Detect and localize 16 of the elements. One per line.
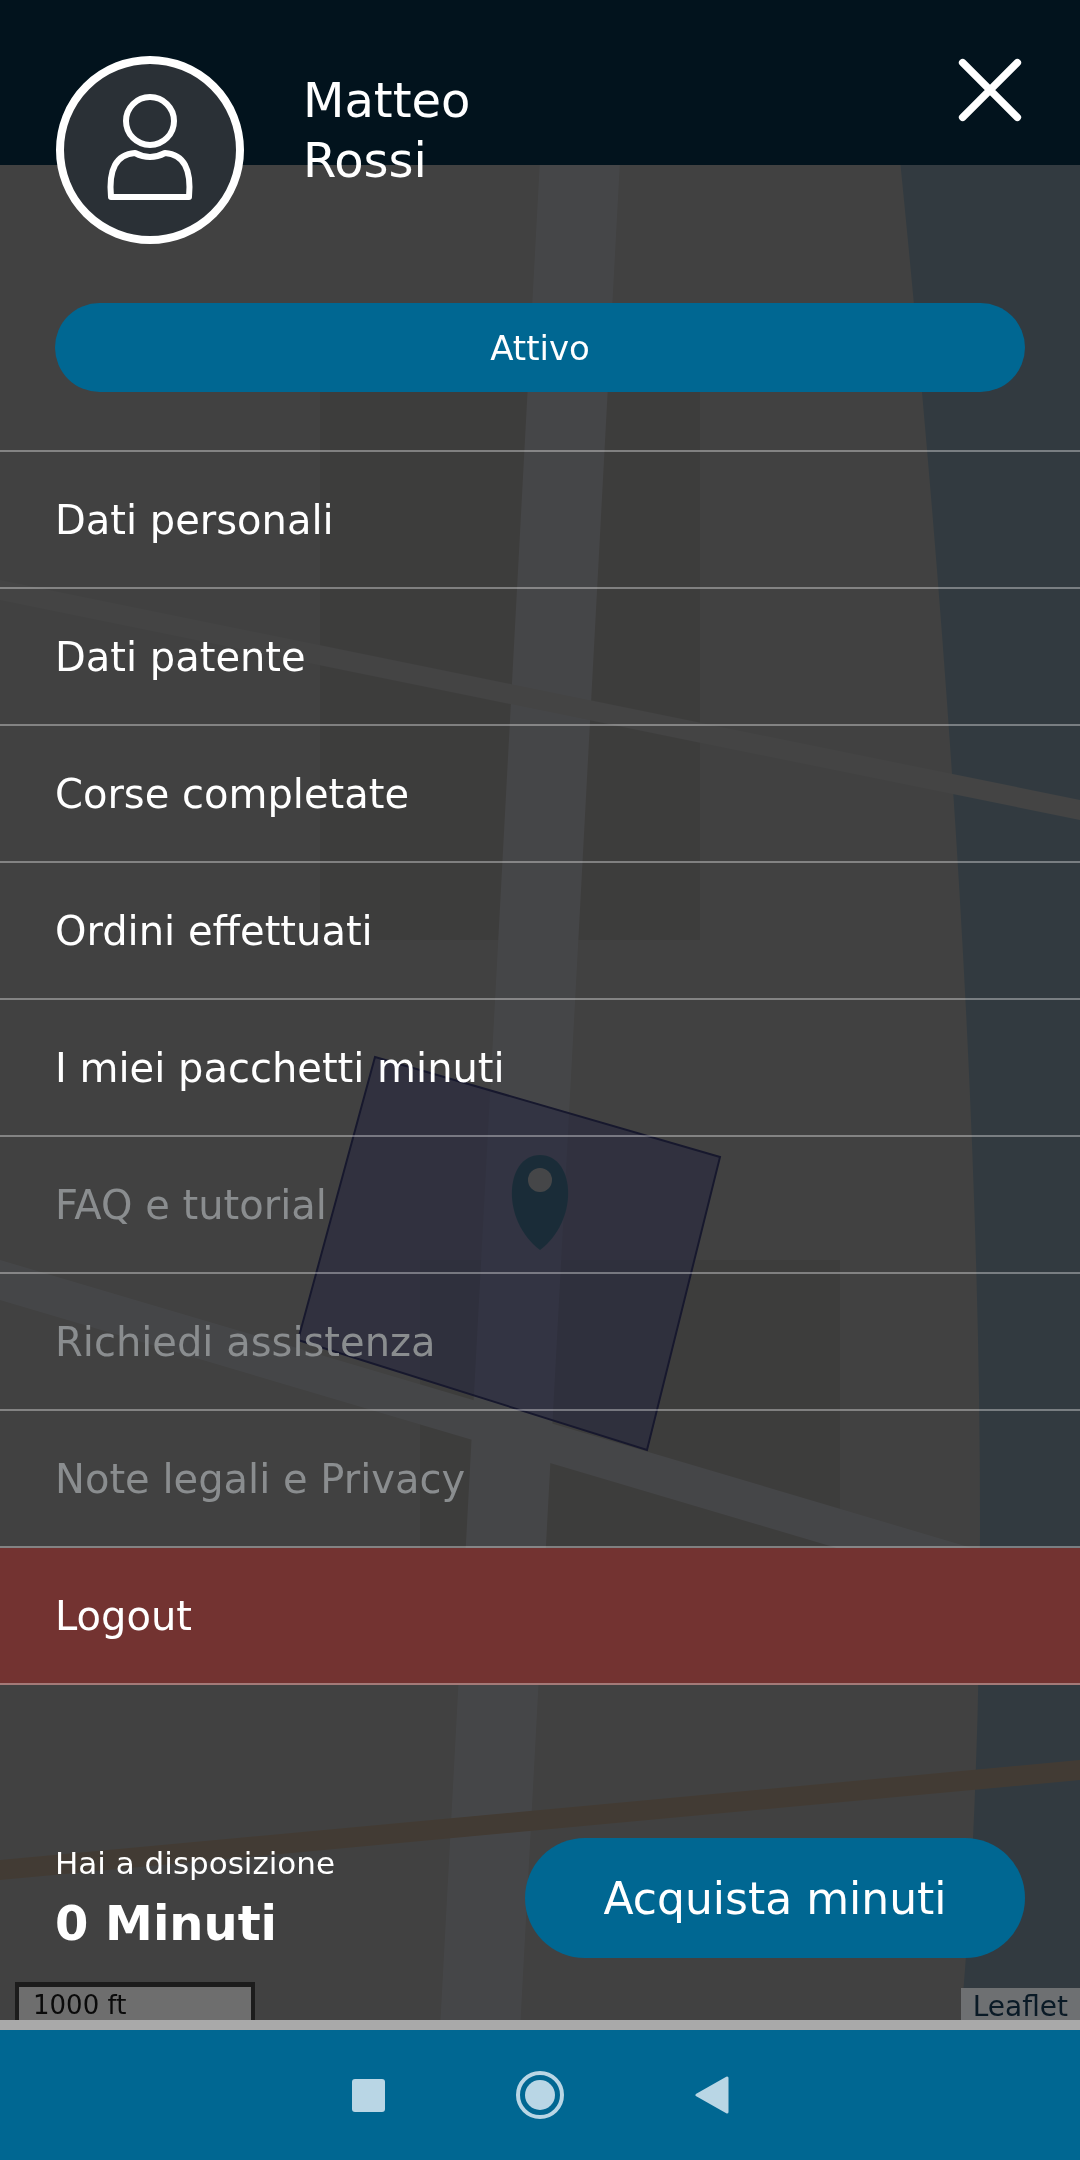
menu-item[interactable]: Logout [0, 1548, 1080, 1685]
buy-minutes-button[interactable]: Acquista minuti [525, 1838, 1025, 1958]
balance-amount: 0 Minuti [55, 1895, 279, 1951]
avatar-icon [55, 55, 245, 245]
user-first-name: Matteo [303, 71, 471, 130]
menu-item[interactable]: I miei pacchetti minuti [0, 1000, 1080, 1137]
menu-item[interactable]: Dati patente [0, 589, 1080, 726]
user-last-name: Rossi [303, 131, 428, 190]
recent-apps-icon[interactable] [351, 2078, 385, 2112]
menu-item[interactable]: Dati personali [0, 452, 1080, 589]
menu-item[interactable]: Corse completate [0, 726, 1080, 863]
menu-item[interactable]: Ordini effettuati [0, 863, 1080, 1000]
status-button[interactable]: Attivo [55, 303, 1025, 392]
back-icon[interactable] [694, 2076, 729, 2114]
balance-caption: Hai a disposizione [55, 1845, 336, 1881]
home-icon[interactable] [514, 2070, 565, 2120]
